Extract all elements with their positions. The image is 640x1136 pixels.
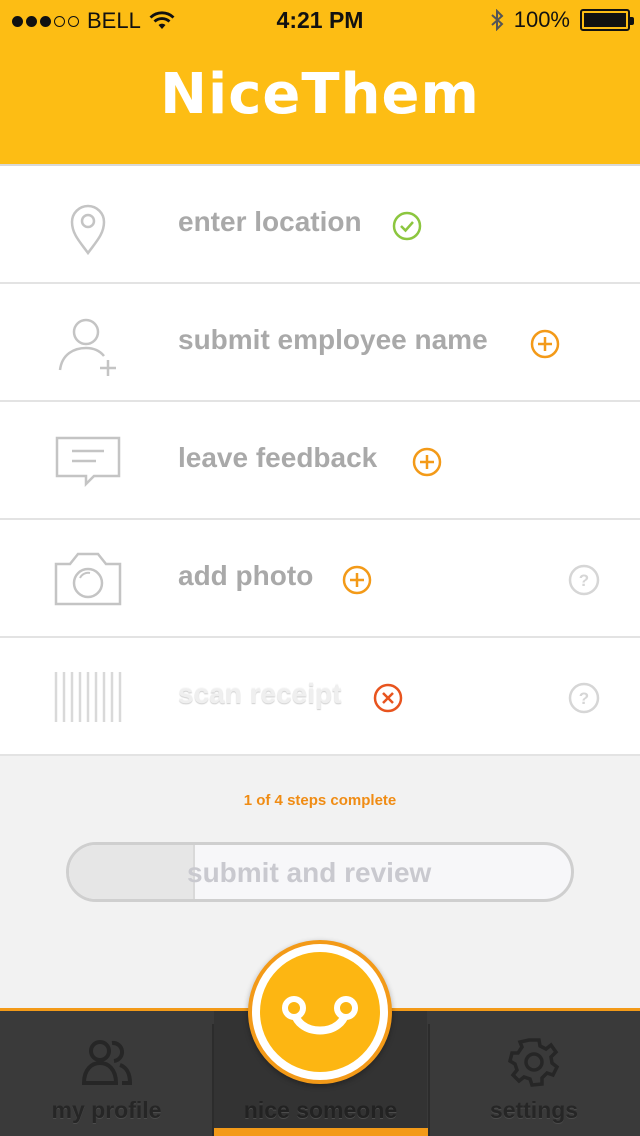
step-enter-location[interactable]: enter location: [0, 166, 640, 284]
tab-settings[interactable]: settings: [428, 1011, 640, 1136]
nice-someone-button[interactable]: [248, 940, 392, 1084]
battery-percent: 100%: [513, 7, 570, 32]
step-label: enter location: [178, 206, 362, 237]
status-right: 100%: [490, 7, 634, 33]
tab-my-profile[interactable]: my profile: [0, 1011, 213, 1136]
submit-button[interactable]: submit and review: [66, 842, 574, 902]
step-employee-name[interactable]: submit employee name: [0, 284, 640, 402]
camera-icon: [54, 552, 122, 606]
barcode-icon: [54, 672, 122, 722]
tab-label: my profile: [51, 1097, 162, 1123]
step-label: scan receipt: [178, 678, 342, 709]
svg-text:?: ?: [579, 571, 589, 590]
step-scan-receipt[interactable]: scan receipt ?: [0, 638, 640, 756]
smiley-icon: [282, 996, 358, 1035]
help-icon[interactable]: ?: [568, 682, 600, 714]
fab-face: [260, 952, 380, 1072]
tab-divider: [212, 1024, 214, 1136]
submit-label: submit and review: [187, 857, 432, 888]
app-header: BELL 4:21 PM 100% NiceThem: [0, 0, 640, 164]
step-leave-feedback[interactable]: leave feedback: [0, 402, 640, 520]
add-circle-icon[interactable]: [530, 329, 560, 359]
battery-icon: [580, 9, 634, 31]
bluetooth-icon: [491, 9, 504, 31]
people-icon: [81, 1040, 133, 1085]
svg-text:?: ?: [579, 689, 589, 708]
check-circle-icon: [392, 211, 422, 241]
help-icon[interactable]: ?: [568, 564, 600, 596]
step-label: submit employee name: [178, 324, 488, 355]
tab-label: nice someone: [243, 1097, 398, 1123]
progress-text: 1 of 4 steps complete: [243, 792, 397, 809]
speech-bubble-icon: [55, 436, 121, 488]
step-label: leave feedback: [178, 442, 378, 473]
steps-list: enter location submit employee name leav…: [0, 164, 640, 756]
status-bar: BELL 4:21 PM 100%: [0, 0, 640, 40]
add-circle-icon[interactable]: [342, 565, 372, 595]
step-add-photo[interactable]: add photo ?: [0, 520, 640, 638]
location-pin-icon: [70, 204, 106, 256]
step-label: add photo: [178, 560, 314, 591]
active-tab-indicator: [214, 1128, 428, 1136]
add-circle-icon[interactable]: [412, 447, 442, 477]
progress-fill: [69, 845, 195, 899]
tab-divider: [428, 1024, 430, 1136]
tab-label: settings: [489, 1097, 579, 1123]
remove-circle-icon[interactable]: [373, 683, 403, 713]
app-logo: NiceThem: [160, 62, 480, 127]
add-person-icon: [58, 318, 116, 376]
gear-icon: [507, 1038, 560, 1087]
